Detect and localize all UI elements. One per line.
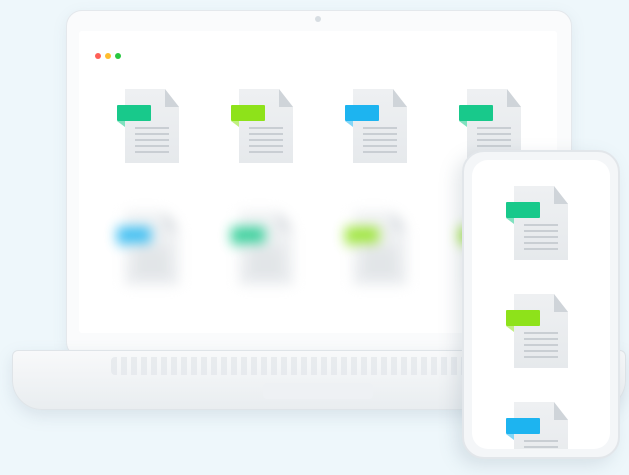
file-label-tab-shadow xyxy=(231,243,239,249)
file-label-tab xyxy=(506,418,540,434)
text-line xyxy=(249,127,283,129)
text-line xyxy=(249,249,283,251)
file-label-tab-shadow xyxy=(506,326,514,332)
text-line xyxy=(249,139,283,141)
text-line xyxy=(363,139,397,141)
text-line xyxy=(524,356,558,358)
file-label-tab-shadow xyxy=(117,243,125,249)
text-line xyxy=(135,139,169,141)
file-label-tab-shadow xyxy=(345,243,353,249)
text-line xyxy=(524,440,558,442)
trackpad xyxy=(263,383,373,399)
text-line xyxy=(363,127,397,129)
page-fold xyxy=(165,211,179,229)
text-line xyxy=(524,344,558,346)
text-line xyxy=(524,332,558,334)
text-line xyxy=(135,261,169,263)
text-line xyxy=(249,267,283,269)
minimize-dot[interactable] xyxy=(105,53,111,59)
text-line xyxy=(524,242,558,244)
maximize-dot[interactable] xyxy=(115,53,121,59)
page-fold xyxy=(279,89,293,107)
file-label-tab xyxy=(345,105,379,121)
page-fold xyxy=(393,89,407,107)
text-line xyxy=(524,248,558,250)
file-label-tab-shadow xyxy=(506,434,514,440)
text-line xyxy=(363,267,397,269)
text-line xyxy=(477,145,511,147)
file-label-tab xyxy=(459,105,493,121)
file-label-tab xyxy=(117,227,151,243)
text-line xyxy=(363,261,397,263)
text-line xyxy=(249,145,283,147)
text-line xyxy=(135,127,169,129)
text-line xyxy=(363,133,397,135)
file-label-tab-shadow xyxy=(459,121,467,127)
keyboard xyxy=(111,357,521,375)
file-label-tab-shadow xyxy=(506,218,514,224)
file-label-tab xyxy=(231,105,265,121)
file-label-tab xyxy=(231,227,265,243)
text-line xyxy=(249,261,283,263)
text-line xyxy=(477,139,511,141)
file-label-tab-shadow xyxy=(231,121,239,127)
text-line xyxy=(524,236,558,238)
page-fold xyxy=(393,211,407,229)
file-label-tab xyxy=(117,105,151,121)
page-fold xyxy=(279,211,293,229)
window-controls xyxy=(95,53,121,59)
text-line xyxy=(363,255,397,257)
text-line xyxy=(249,151,283,153)
text-line xyxy=(135,255,169,257)
text-line xyxy=(524,338,558,340)
text-line xyxy=(135,151,169,153)
text-line xyxy=(249,273,283,275)
text-line xyxy=(135,267,169,269)
text-line xyxy=(524,224,558,226)
text-line xyxy=(524,446,558,448)
text-line xyxy=(135,145,169,147)
text-line xyxy=(135,133,169,135)
page-fold xyxy=(165,89,179,107)
close-dot[interactable] xyxy=(95,53,101,59)
file-label-tab-shadow xyxy=(117,121,125,127)
text-line xyxy=(477,127,511,129)
text-line xyxy=(363,249,397,251)
text-line xyxy=(363,151,397,153)
text-line xyxy=(249,133,283,135)
text-line xyxy=(524,230,558,232)
text-line xyxy=(135,273,169,275)
text-line xyxy=(363,145,397,147)
phone xyxy=(462,150,620,459)
text-line xyxy=(363,273,397,275)
file-label-tab xyxy=(506,202,540,218)
phone-screen xyxy=(472,160,610,449)
file-label-tab-shadow xyxy=(345,121,353,127)
text-line xyxy=(135,249,169,251)
text-line xyxy=(249,255,283,257)
file-label-tab xyxy=(506,310,540,326)
camera-icon xyxy=(315,16,321,22)
text-line xyxy=(477,133,511,135)
file-label-tab xyxy=(345,227,379,243)
text-line xyxy=(524,350,558,352)
